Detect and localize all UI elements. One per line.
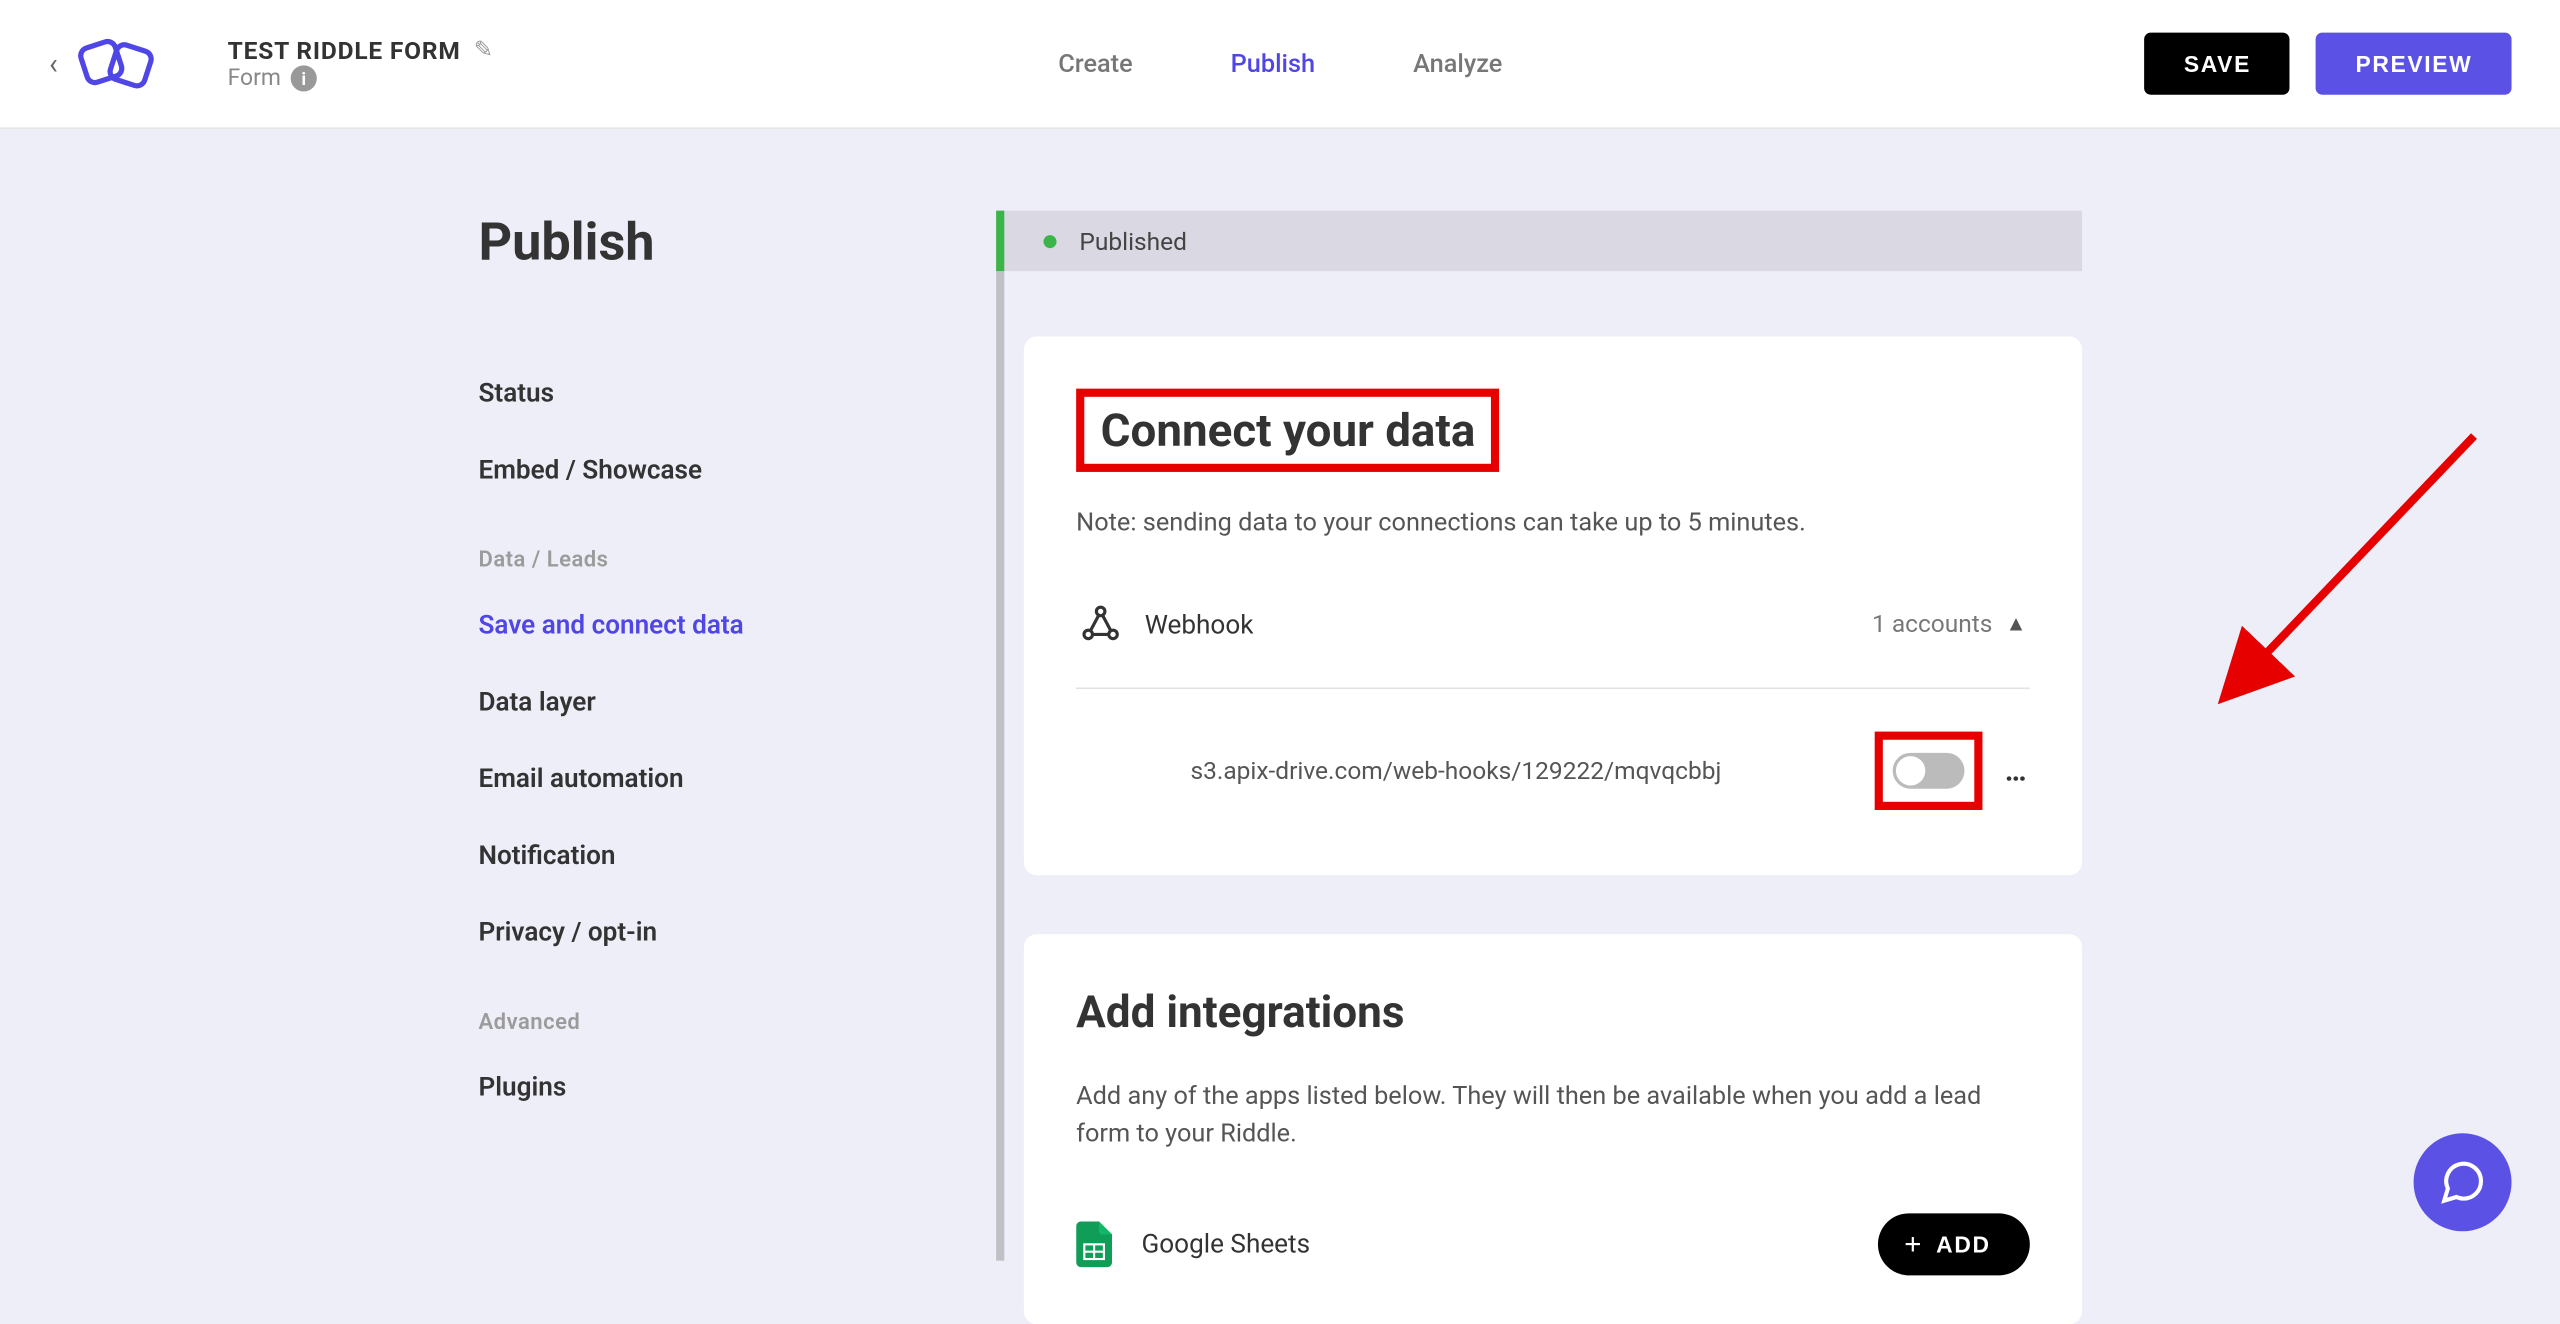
form-title: TEST RIDDLE FORM	[228, 36, 461, 65]
integrations-desc: Add any of the apps listed below. They w…	[1076, 1078, 2030, 1154]
sidebar-item-plugins[interactable]: Plugins	[478, 1048, 996, 1125]
more-menu-icon[interactable]: …	[2005, 754, 2030, 788]
chevron-up-icon[interactable]: ▲	[2006, 611, 2027, 637]
annotation-box-toggle	[1874, 732, 1982, 810]
header: ‹ TEST RIDDLE FORM ✎ Form i Create Publi…	[0, 0, 2560, 129]
sidebar-group-data: Data / Leads	[478, 547, 996, 573]
webhook-label: Webhook	[1145, 608, 1872, 639]
accounts-count: 1 accounts	[1872, 609, 1992, 638]
add-integration-button[interactable]: + ADD	[1878, 1213, 2030, 1275]
annotation-arrow	[2196, 423, 2490, 709]
save-button[interactable]: SAVE	[2145, 33, 2290, 95]
back-chevron-icon[interactable]: ‹	[49, 47, 58, 81]
tab-analyze[interactable]: Analyze	[1413, 49, 1502, 78]
sidebar-item-data-layer[interactable]: Data layer	[478, 663, 996, 740]
chat-fab[interactable]	[2414, 1133, 2512, 1231]
integration-row-google-sheets: Google Sheets + ADD	[1076, 1213, 2030, 1275]
sidebar-item-save-connect[interactable]: Save and connect data	[478, 586, 996, 663]
status-bar[interactable]: Published	[996, 211, 2082, 271]
status-dot-icon	[1043, 234, 1056, 247]
status-label: Published	[1079, 226, 1187, 255]
form-type: Form	[228, 65, 281, 91]
sidebar-group-advanced: Advanced	[478, 1009, 996, 1035]
integrations-card: Add integrations Add any of the apps lis…	[1024, 934, 2082, 1323]
add-label: ADD	[1936, 1230, 1990, 1256]
tab-publish[interactable]: Publish	[1231, 49, 1315, 78]
webhook-header[interactable]: Webhook 1 accounts ▲	[1076, 603, 2030, 645]
info-icon[interactable]: i	[291, 65, 317, 91]
content: Published Connect your data Note: sendin…	[996, 211, 2560, 1261]
sidebar-item-embed[interactable]: Embed / Showcase	[478, 431, 996, 508]
webhook-toggle[interactable]	[1892, 753, 1964, 789]
webhook-url: s3.apix-drive.com/web-hooks/129222/mqvqc…	[1190, 756, 1874, 785]
preview-button[interactable]: PREVIEW	[2316, 33, 2511, 95]
connect-note: Note: sending data to your connections c…	[1076, 508, 2030, 537]
connect-card: Connect your data Note: sending data to …	[1024, 336, 2082, 875]
sidebar: Publish Status Embed / Showcase Data / L…	[0, 211, 996, 1261]
webhook-icon	[1079, 603, 1121, 645]
app-logo[interactable]	[71, 31, 162, 96]
integrations-title: Add integrations	[1076, 986, 2030, 1038]
page-heading: Publish	[478, 211, 996, 273]
sidebar-item-email-auto[interactable]: Email automation	[478, 740, 996, 817]
sidebar-item-notification[interactable]: Notification	[478, 817, 996, 894]
tab-create[interactable]: Create	[1058, 49, 1132, 78]
edit-title-icon[interactable]: ✎	[474, 38, 493, 64]
plus-icon: +	[1904, 1229, 1923, 1258]
nav-tabs: Create Publish Analyze	[1058, 49, 1502, 78]
annotation-box-title: Connect your data	[1076, 389, 1500, 472]
connect-title: Connect your data	[1101, 403, 1476, 457]
integration-name: Google Sheets	[1141, 1228, 1848, 1259]
webhook-row: s3.apix-drive.com/web-hooks/129222/mqvqc…	[1076, 687, 2030, 809]
sidebar-item-privacy[interactable]: Privacy / opt-in	[478, 893, 996, 970]
sidebar-item-status[interactable]: Status	[478, 354, 996, 431]
title-block: TEST RIDDLE FORM ✎ Form i	[228, 36, 493, 92]
